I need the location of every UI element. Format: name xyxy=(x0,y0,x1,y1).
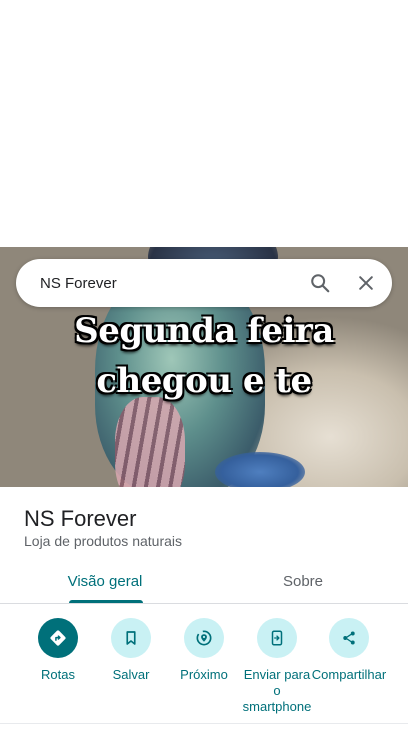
bookmark-icon xyxy=(111,618,151,658)
send-to-phone-label: Enviar para o smartphone xyxy=(242,667,312,714)
nearby-icon xyxy=(184,618,224,658)
bird-wing xyxy=(115,397,185,487)
directions-label: Rotas xyxy=(41,667,75,682)
search-input[interactable]: NS Forever xyxy=(40,275,300,292)
send-to-phone-icon xyxy=(257,618,297,658)
place-category[interactable]: Loja de produtos naturais xyxy=(24,533,182,549)
share-icon xyxy=(329,618,369,658)
directions-icon xyxy=(38,618,78,658)
tab-about[interactable]: Sobre xyxy=(198,560,408,603)
search-bar[interactable]: NS Forever xyxy=(16,259,392,307)
action-row: Rotas Salvar Próximo Enviar para o smart… xyxy=(0,618,408,718)
search-icon[interactable] xyxy=(300,263,340,303)
tab-overview[interactable]: Visão geral xyxy=(0,560,210,603)
share-button[interactable]: Compartilhar xyxy=(311,618,387,683)
tab-bar: Visão geral Sobre xyxy=(0,560,408,604)
save-label: Salvar xyxy=(112,667,150,682)
directions-button[interactable]: Rotas xyxy=(20,618,96,683)
place-page: Segunda feira chegou e te NS Forever NS … xyxy=(0,0,408,734)
save-button[interactable]: Salvar xyxy=(93,618,169,683)
close-icon[interactable] xyxy=(346,263,386,303)
place-title: NS Forever xyxy=(24,506,137,531)
bird-perch xyxy=(215,452,305,487)
photo-caption-line-1: Segunda feira xyxy=(74,311,334,351)
tab-indicator xyxy=(69,600,143,603)
nearby-label: Próximo xyxy=(180,667,228,682)
share-label: Compartilhar xyxy=(311,667,387,682)
photo-caption-line-2: chegou e te xyxy=(96,361,312,401)
divider xyxy=(0,723,408,724)
send-to-phone-button[interactable]: Enviar para o smartphone xyxy=(239,618,315,715)
nearby-button[interactable]: Próximo xyxy=(166,618,242,683)
